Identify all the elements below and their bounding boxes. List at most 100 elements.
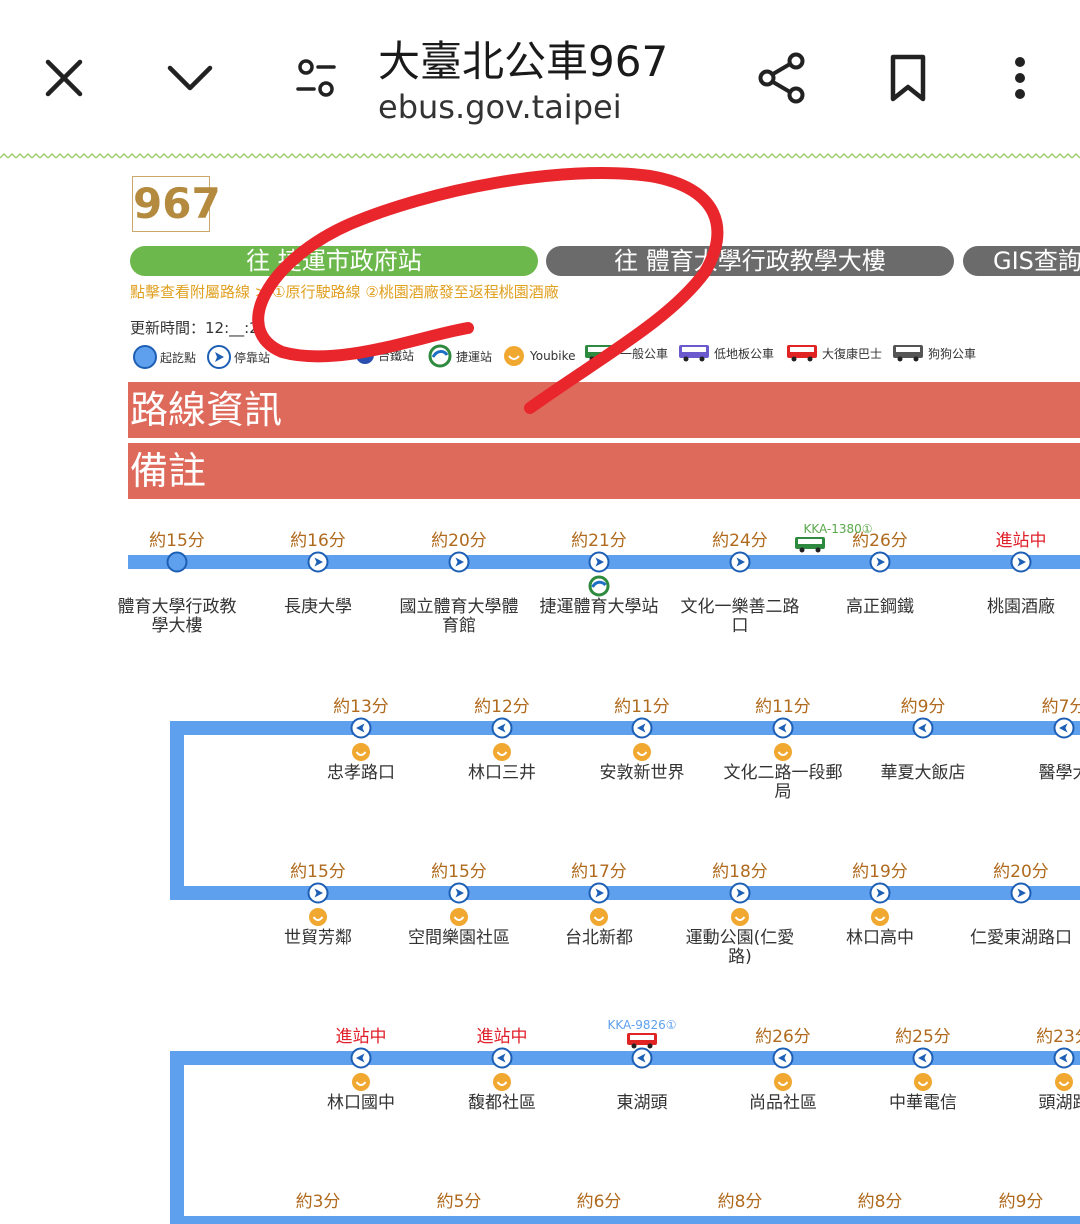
eta-label: 約7分	[1041, 697, 1080, 717]
stop-name[interactable]: 高正鋼鐵	[815, 598, 945, 617]
mrt-icon	[588, 575, 610, 597]
stop-icon	[350, 1047, 372, 1069]
eta-label: 約23分	[1036, 1027, 1080, 1047]
legend-label: 起訖點	[160, 350, 197, 365]
stop-name[interactable]: 捷運體育大學站	[534, 598, 664, 617]
legend-youbike: Youbike	[502, 344, 576, 368]
legend-mrt: 捷運站	[428, 344, 492, 368]
legend-accessible-bus: 大復康巴士	[786, 344, 882, 362]
eta-label: 約26分	[755, 1027, 811, 1047]
eta-label: 進站中	[335, 1027, 387, 1047]
youbike-icon	[731, 908, 749, 926]
stop-icon	[307, 882, 329, 904]
more-vert-icon[interactable]	[988, 46, 1052, 110]
stop-name[interactable]: 體育大學行政教學大樓	[112, 598, 242, 636]
stop-name[interactable]: 華夏大飯店	[858, 764, 988, 783]
stop-name[interactable]: 文化一樂善二路口	[675, 598, 805, 636]
legend-label: 停靠站	[234, 350, 271, 365]
stop-name[interactable]: 林口國中	[296, 1094, 426, 1113]
stop-icon	[772, 717, 794, 739]
stop-name[interactable]: 林口高中	[815, 929, 945, 948]
stop-name[interactable]: 國立體育大學體育館	[394, 598, 524, 636]
accessible-bus-icon	[627, 1033, 657, 1049]
eta-label: 約12分	[474, 697, 530, 717]
stop-name[interactable]: 世貿芳鄰	[253, 929, 383, 948]
legend: 起訖點 停靠站 台鐵站 捷運站 Youbike 一般公車 低地板公車 大復康巴士…	[130, 344, 1080, 374]
legend-label: 低地板公車	[714, 346, 775, 361]
legend-dog-bus: 狗狗公車	[892, 344, 976, 362]
stop-name[interactable]: 安敦新世界	[577, 764, 707, 783]
stop-name[interactable]: 馥都社區	[437, 1094, 567, 1113]
youbike-icon	[590, 908, 608, 926]
eta-label: 進站中	[476, 1027, 528, 1047]
youbike-icon	[774, 743, 792, 761]
stop-name[interactable]: 林口三井	[437, 764, 567, 783]
bus-plate: KKA-9826①	[607, 1018, 677, 1032]
gis-query-tab[interactable]: GIS查詢	[963, 246, 1080, 276]
stop-icon	[1053, 717, 1075, 739]
legend-label: 捷運站	[456, 349, 493, 364]
eta-label: 約20分	[993, 862, 1049, 882]
youbike-icon	[309, 908, 327, 926]
page-url[interactable]: ebus.gov.taipei	[378, 88, 622, 126]
eta-label: 約13分	[333, 697, 389, 717]
eta-label: 約15分	[149, 531, 205, 551]
stop-icon	[912, 717, 934, 739]
stop-icon	[448, 882, 470, 904]
route-connector	[170, 1051, 184, 1217]
route-connector	[170, 721, 184, 900]
stop-name[interactable]: 空間樂園社區	[394, 929, 524, 948]
bus-route-page: 967 往 捷運市政府站 往 體育大學行政教學大樓 GIS查詢 點擊查看附屬路線…	[0, 160, 1080, 1224]
sub-route-notice[interactable]: 點擊查看附屬路線 > ①原行駛路線 ②桃園酒廠發至返程桃園酒廠	[130, 281, 559, 302]
direction-tab[interactable]: 往 體育大學行政教學大樓	[546, 246, 954, 276]
youbike-icon	[871, 908, 889, 926]
eta-label: 約15分	[290, 862, 346, 882]
stop-icon	[772, 1047, 794, 1069]
stop-name[interactable]: 頭湖路	[999, 1094, 1080, 1113]
youbike-icon	[914, 1073, 932, 1091]
stop-name[interactable]: 尚品社區	[718, 1094, 848, 1113]
chevron-down-icon[interactable]	[158, 46, 222, 110]
stop-icon	[307, 551, 329, 573]
route-info-banner[interactable]: 路線資訊	[128, 382, 1080, 438]
youbike-icon	[352, 1073, 370, 1091]
youbike-icon	[493, 743, 511, 761]
close-icon[interactable]	[32, 46, 96, 110]
legend-label: 台鐵站	[378, 348, 415, 363]
eta-label: 約6分	[576, 1192, 622, 1212]
route-line	[170, 721, 1080, 735]
stop-name[interactable]: 東湖頭	[577, 1094, 707, 1113]
eta-label: 約11分	[755, 697, 811, 717]
stop-name[interactable]: 醫學大	[999, 764, 1080, 783]
stop-icon	[729, 882, 751, 904]
stop-icon	[729, 551, 751, 573]
bookmark-icon[interactable]	[876, 46, 940, 110]
stop-icon	[631, 1047, 653, 1069]
stop-name[interactable]: 運動公園(仁愛路)	[675, 929, 805, 967]
eta-label: 進站中	[995, 531, 1047, 551]
legend-label: 一般公車	[620, 346, 669, 361]
stop-name[interactable]: 長庚大學	[253, 598, 383, 617]
eta-label: 約19分	[852, 862, 908, 882]
youbike-icon	[774, 1073, 792, 1091]
share-icon[interactable]	[750, 46, 814, 110]
eta-label: 約5分	[436, 1192, 482, 1212]
youbike-icon	[493, 1073, 511, 1091]
stop-name[interactable]: 忠孝路口	[296, 764, 426, 783]
stop-name[interactable]: 文化二路一段郵局	[718, 764, 848, 802]
eta-label: 約8分	[857, 1192, 903, 1212]
direction-tab-active[interactable]: 往 捷運市政府站	[130, 246, 538, 276]
tune-icon[interactable]	[284, 46, 348, 110]
start-stop-icon	[166, 551, 188, 573]
eta-label: 約25分	[895, 1027, 951, 1047]
bus-plate: KKA-1380①	[803, 522, 873, 536]
legend-label: Youbike	[530, 349, 576, 363]
legend-stop: 停靠站	[206, 344, 270, 370]
stop-name[interactable]: 桃園酒廠	[956, 598, 1080, 617]
stop-name[interactable]: 中華電信	[858, 1094, 988, 1113]
header-divider	[0, 153, 1080, 159]
stop-name[interactable]: 台北新都	[534, 929, 664, 948]
stop-icon	[912, 1047, 934, 1069]
stop-name[interactable]: 仁愛東湖路口	[956, 929, 1080, 948]
remarks-banner[interactable]: 備註	[128, 443, 1080, 499]
